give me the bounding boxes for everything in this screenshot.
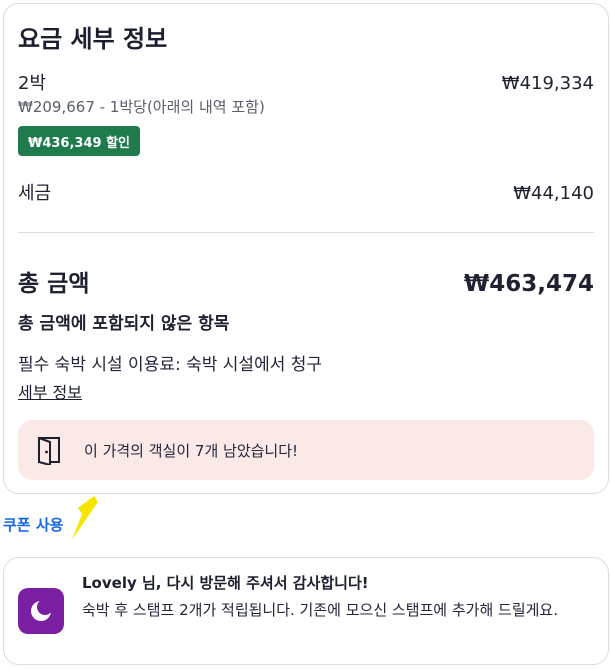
taxes-price: ₩44,140: [513, 183, 594, 204]
scarcity-alert: 이 가격의 객실이 7개 남았습니다!: [18, 420, 594, 480]
details-link[interactable]: 세부 정보: [18, 379, 82, 403]
price-details-card: 요금 세부 정보 2박 ₩419,334 ₩209,667 - 1박당(아래의 …: [3, 3, 609, 494]
coupon-link[interactable]: 쿠폰 사용: [3, 514, 63, 535]
price-details-title: 요금 세부 정보: [18, 25, 168, 53]
nights-label: 2박: [18, 73, 47, 94]
moon-icon: [31, 599, 53, 621]
divider: [18, 232, 594, 233]
taxes-label: 세금: [18, 183, 52, 204]
door-icon: [38, 437, 60, 465]
excluded-title: 총 금액에 포함되지 않은 항목: [18, 314, 230, 334]
loyalty-badge: [18, 588, 64, 634]
total-label: 총 금액: [18, 271, 90, 297]
mandatory-fee-text: 필수 숙박 시설 이용료: 숙박 시설에서 청구: [18, 355, 323, 375]
nights-price: ₩419,334: [501, 73, 594, 94]
loyalty-body: 숙박 후 스탬프 2개가 적립됩니다. 기존에 모으신 스탬프에 추가해 드릴게…: [82, 601, 558, 619]
loyalty-card: Lovely 님, 다시 방문해 주셔서 감사합니다! 숙박 후 스탬프 2개가…: [3, 557, 609, 665]
nights-row: 2박 ₩419,334: [18, 69, 594, 95]
discount-badge: ₩436,349 할인: [18, 126, 140, 156]
taxes-row: 세금 ₩44,140: [18, 179, 594, 205]
scarcity-message: 이 가격의 객실이 7개 남았습니다!: [84, 441, 299, 460]
highlight-marker: [72, 496, 98, 540]
total-price: ₩463,474: [463, 271, 594, 297]
total-row: 총 금액 ₩463,474: [18, 264, 594, 298]
loyalty-headline: Lovely 님, 다시 방문해 주셔서 감사합니다!: [82, 574, 369, 592]
per-night-note: ₩209,667 - 1박당(아래의 내역 포함): [18, 98, 265, 116]
